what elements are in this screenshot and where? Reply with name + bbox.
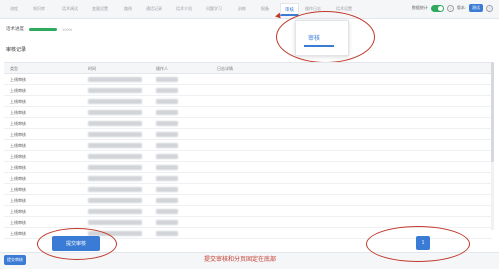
- table-row: 上线审核: [4, 140, 492, 151]
- tab-variables[interactable]: 变量设置: [92, 6, 108, 12]
- row-type: 上线审核: [10, 110, 26, 115]
- table-row: 上线审核: [4, 206, 492, 217]
- header-operator: 操作人: [156, 66, 168, 71]
- table-row: 上线审核: [4, 96, 492, 107]
- table-row: 上线审核: [4, 85, 492, 96]
- row-time-redacted: [88, 176, 142, 182]
- tab-flow[interactable]: 流程: [10, 6, 18, 12]
- row-type: 上线审核: [10, 176, 26, 181]
- table-row: 上线审核: [4, 74, 492, 85]
- row-time-redacted: [88, 220, 142, 226]
- row-time-redacted: [88, 88, 142, 94]
- tab-route[interactable]: 路线: [124, 6, 132, 12]
- tab-debug[interactable]: 话术调试: [62, 6, 78, 12]
- table-row: 上线审核: [4, 184, 492, 195]
- row-type: 上线审核: [10, 209, 26, 214]
- progress-bar: [29, 27, 57, 31]
- header-time: 时间: [88, 66, 96, 71]
- review-records-table: 类型 时间 操作人 日志详情 上线审核 上线审核 上线审核 上线审核 上线审核 上线审核上…: [4, 62, 492, 239]
- row-type: 上线审核: [10, 154, 26, 159]
- table-row: 上线审核: [4, 151, 492, 162]
- tab-call-records[interactable]: 通话记录: [146, 6, 162, 12]
- row-type: 上线审核: [10, 99, 26, 104]
- tab-knowledge[interactable]: 知识库: [33, 6, 45, 12]
- stats-toggle[interactable]: [430, 4, 444, 12]
- top-nav: 流程 知识库 话术调试 变量设置 路线 通话记录 话术介绍 问题学习 训练 报备…: [0, 0, 499, 19]
- row-type: 上线审核: [10, 198, 26, 203]
- row-operator-redacted: [156, 88, 178, 94]
- table-row: 上线审核: [4, 195, 492, 206]
- tab-learning[interactable]: 问题学习: [206, 6, 222, 12]
- table-row: 上线审核: [4, 107, 492, 118]
- row-time-redacted: [88, 143, 142, 149]
- table-row: 上线审核: [4, 162, 492, 173]
- progress-percent: 100%: [62, 26, 73, 32]
- row-type: 上线审核: [10, 88, 26, 93]
- row-time-redacted: [88, 198, 142, 204]
- section-title: 审核记录: [6, 47, 27, 53]
- progress-label: 话术进度: [6, 26, 24, 31]
- row-type: 上线审核: [10, 132, 26, 137]
- row-time-redacted: [88, 132, 142, 138]
- row-operator-redacted: [156, 176, 178, 182]
- pagination-callout-ring: [366, 226, 470, 262]
- header-log-detail: 日志详情: [217, 66, 233, 71]
- row-type: 上线审核: [10, 165, 26, 170]
- row-time-redacted: [88, 209, 142, 215]
- header-type: 类型: [10, 66, 18, 71]
- row-time-redacted: [88, 165, 142, 171]
- tab-training[interactable]: 训练: [238, 6, 246, 12]
- row-time-redacted: [88, 77, 142, 83]
- row-operator-redacted: [156, 198, 178, 204]
- row-operator-redacted: [156, 187, 178, 193]
- progress-row: 话术进度 100%: [6, 26, 72, 32]
- row-operator-redacted: [156, 110, 178, 116]
- row-time-redacted: [88, 110, 142, 116]
- stats-switch-label: 数据统计: [411, 5, 428, 10]
- submit-callout-ring: [37, 228, 117, 260]
- scrollbar-thumb[interactable]: [491, 62, 494, 162]
- table-scrollbar[interactable]: [491, 62, 494, 230]
- mode-label: 版本:: [456, 5, 466, 10]
- annotation-text: 提交审核和分页固定在底部: [204, 257, 277, 263]
- row-operator-redacted: [156, 77, 178, 83]
- row-operator-redacted: [156, 143, 178, 149]
- row-operator-redacted: [156, 165, 178, 171]
- row-operator-redacted: [156, 99, 178, 105]
- tab-intro[interactable]: 话术介绍: [176, 6, 192, 12]
- row-operator-redacted: [156, 121, 178, 127]
- row-time-redacted: [88, 99, 142, 105]
- row-operator-redacted: [156, 231, 178, 237]
- row-operator-redacted: [156, 209, 178, 215]
- footer-submit-button[interactable]: 提交审核: [4, 255, 26, 265]
- mode-chip[interactable]: 测试: [469, 4, 483, 12]
- row-type: 上线审核: [10, 220, 26, 225]
- tab-review[interactable]: 审核: [280, 3, 299, 16]
- row-type: 上线审核: [10, 187, 26, 192]
- row-time-redacted: [88, 121, 142, 127]
- row-type: 上线审核: [10, 121, 26, 126]
- row-operator-redacted: [156, 154, 178, 160]
- table-row: 上线审核: [4, 129, 492, 140]
- tab-report[interactable]: 报备: [261, 6, 269, 12]
- table-row: 上线审核: [4, 118, 492, 129]
- nav-right-controls: 数据统计 ? 版本: 测试 ?: [412, 4, 493, 12]
- table-row: 上线审核: [4, 173, 492, 184]
- row-operator-redacted: [156, 132, 178, 138]
- row-operator-redacted: [156, 220, 178, 226]
- row-type: 上线审核: [10, 77, 26, 82]
- table-body: 上线审核 上线审核 上线审核 上线审核 上线审核 上线审核 上线审核 上线审核 上线审核 上线审核…: [4, 74, 492, 239]
- row-time-redacted: [88, 154, 142, 160]
- row-type: 上线审核: [10, 231, 26, 236]
- row-type: 上线审核: [10, 143, 26, 148]
- help-icon[interactable]: ?: [446, 4, 454, 12]
- progress-fill: [29, 27, 57, 31]
- info-icon[interactable]: ?: [486, 4, 493, 12]
- table-header: 类型 时间 操作人 日志详情: [4, 63, 492, 74]
- review-callout-ring: [276, 11, 375, 63]
- row-time-redacted: [88, 187, 142, 193]
